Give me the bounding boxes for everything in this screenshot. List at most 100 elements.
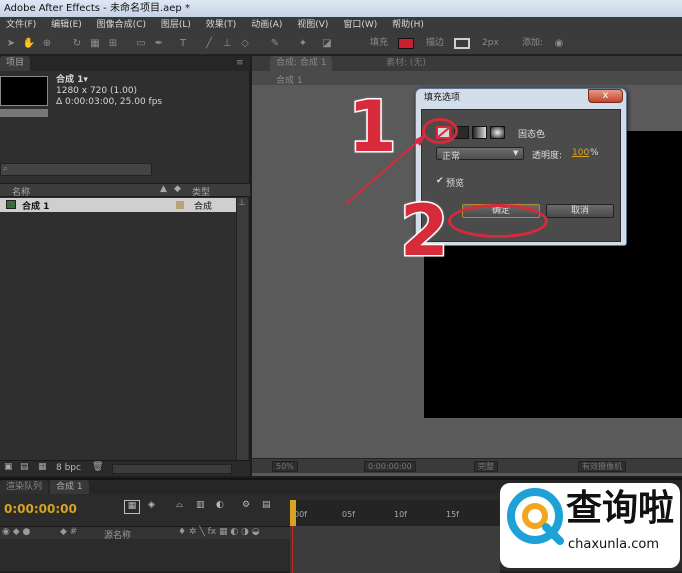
switches-column-icon: ♦ ✲ ╲ fx ▦ ◐ ◑ ◒ [178,527,260,537]
fill-type-label: 固态色 [518,130,546,140]
panel-menu-icon[interactable]: ≡ [236,56,244,71]
fill-label: 填充 [370,38,389,48]
column-source-name[interactable]: 源名称 [104,528,131,541]
menu-bar: 文件(F) 编辑(E) 图像合成(C) 图层(L) 效果(T) 动画(A) 视图… [0,17,682,33]
add-label: 添加: [522,38,544,48]
column-name[interactable]: 名称 [12,185,30,198]
label-icon[interactable]: ◆ [174,184,181,194]
window-title-bar: Adobe After Effects - 未命名项目.aep * [0,0,682,17]
new-folder-icon[interactable]: ▤ [20,462,29,472]
project-hscrollbar[interactable] [112,464,232,474]
menu-effect[interactable]: 效果(T) [200,17,243,33]
menu-file[interactable]: 文件(F) [0,17,42,33]
camera-select[interactable]: 有效摄像机 [578,461,626,472]
av-switches-icon: ◉ ◆ ● [2,527,31,537]
motion-blur-icon[interactable]: ◐ [216,500,224,510]
label-color-swatch[interactable] [176,201,184,209]
resolution-select[interactable]: 完整 [474,461,498,472]
watermark-logo-icon [507,488,564,545]
zoom-select[interactable]: 50% [272,461,298,472]
frame-blending-icon[interactable]: ▥ [196,500,205,510]
comp-panel-header: 合成: 合成 1 素材: (无) [252,56,682,71]
shape-fill-icon[interactable]: ◪ [320,37,334,50]
column-type[interactable]: 类型 [192,185,210,198]
current-time-indicator[interactable] [290,500,296,526]
menu-view[interactable]: 视图(V) [291,17,334,33]
stroke-width-value[interactable]: 2px [482,37,499,50]
tab-footage[interactable]: 素材: (无) [380,56,432,71]
draft-3d-icon[interactable]: ◈ [148,500,155,510]
blend-mode-value: 正常 [442,152,461,162]
menu-animation[interactable]: 动画(A) [245,17,288,33]
brainstorm-icon[interactable]: ⚙ [242,500,250,510]
watermark: 查询啦 chaxunla.com [500,483,680,568]
thumbnail-bar [0,109,48,117]
brush-tool-icon[interactable]: ╱ [202,37,216,50]
roto-brush-tool-icon[interactable]: ✎ [268,37,282,50]
comp-breadcrumb[interactable]: 合成 1 [276,73,303,86]
chevron-down-icon: ▼ [513,149,519,157]
flowchart-icon[interactable]: ⊥ [238,198,246,208]
new-comp-icon[interactable]: ▦ [38,462,47,472]
tab-render-queue[interactable]: 渲染队列 [0,480,49,494]
comp-breadcrumb-bar: 合成 1 [252,71,682,86]
menu-help[interactable]: 帮助(H) [386,17,430,33]
tools-panel: ➤ ✋ ⊕ ↻ ▦ ⊞ ▭ ✒ T ╱ ⊥ ◇ ✎ ✦ ◪ 填充 描边 2px … [0,33,682,55]
clone-stamp-tool-icon[interactable]: ⊥ [220,37,234,50]
project-item-row[interactable]: 合成 1 合成 [0,198,236,212]
camera-tool-icon[interactable]: ▦ [88,37,102,50]
shy-layers-icon[interactable]: ⌓ [176,500,183,510]
comp-time-display[interactable]: 0:00:00:00 [364,461,416,472]
rectangle-tool-icon[interactable]: ▭ [134,37,148,50]
project-item-name: 合成 1 [22,202,50,212]
comp-info-name[interactable]: 合成 1▾ [56,75,162,86]
zoom-tool-icon[interactable]: ⊕ [40,37,54,50]
pan-behind-tool-icon[interactable]: ⊞ [106,37,120,50]
interpret-footage-icon[interactable]: ▣ [4,462,13,472]
selection-tool-icon[interactable]: ➤ [4,37,18,50]
fill-radial-gradient-icon[interactable] [490,126,505,139]
fill-color-swatch[interactable] [398,38,414,49]
cancel-button[interactable]: 取消 [546,204,614,218]
tab-project[interactable]: 项目 [0,56,31,71]
time-ruler[interactable]: 00f 05f 10f 15f [290,500,500,526]
bit-depth-button[interactable]: 8 bpc [56,463,81,473]
tab-comp-timeline[interactable]: 合成 1 [50,480,89,494]
menu-edit[interactable]: 编辑(E) [45,17,88,33]
menu-window[interactable]: 窗口(W) [337,17,383,33]
comp-mini-flowchart-icon[interactable]: ▦ [124,500,140,514]
comp-info: 合成 1▾ 1280 x 720 (1.00) Δ 0:00:03:00, 25… [56,75,162,108]
add-dropdown-icon[interactable]: ◉ [552,37,566,50]
timeline-timecode[interactable]: 0:00:00:00 [4,502,77,516]
opacity-label: 透明度: [532,151,563,161]
layer-bars-area[interactable] [290,526,500,573]
blend-mode-select[interactable]: 正常 ▼ [436,147,524,162]
stroke-color-swatch[interactable] [454,38,470,49]
project-panel: 项目 ≡ [0,56,250,476]
comp-info-size: 1280 x 720 (1.00) [56,86,138,96]
ruler-tick-5: 05f [342,510,355,519]
tab-composition[interactable]: 合成: 合成 1 [270,56,333,71]
annotation-step-1: 1 [347,86,399,168]
ruler-tick-10: 10f [394,510,407,519]
dialog-close-button[interactable]: x [588,89,623,103]
opacity-unit: % [590,148,599,158]
fill-linear-gradient-icon[interactable] [472,126,487,139]
graph-editor-icon[interactable]: ▤ [262,500,271,510]
hand-tool-icon[interactable]: ✋ [22,37,36,50]
puppet-tool-icon[interactable]: ✦ [296,37,310,50]
trash-icon[interactable]: 🗑 [92,462,103,472]
composition-icon [6,200,16,209]
comp-footer: 50% 0:00:00:00 完整 有效摄像机 [252,458,682,473]
eraser-tool-icon[interactable]: ◇ [238,37,252,50]
type-tool-icon[interactable]: T [176,37,190,50]
pen-tool-icon[interactable]: ✒ [152,37,166,50]
rotate-tool-icon[interactable]: ↻ [70,37,84,50]
project-search-input[interactable]: ⌕ [0,163,152,176]
project-scrollbar[interactable]: ⊥ [236,198,248,460]
menu-composition[interactable]: 图像合成(C) [91,17,152,33]
opacity-value[interactable]: 100 [572,148,589,158]
comp-thumbnail [0,76,48,106]
sort-icon[interactable]: ▲ [160,184,167,194]
menu-layer[interactable]: 图层(L) [155,17,197,33]
